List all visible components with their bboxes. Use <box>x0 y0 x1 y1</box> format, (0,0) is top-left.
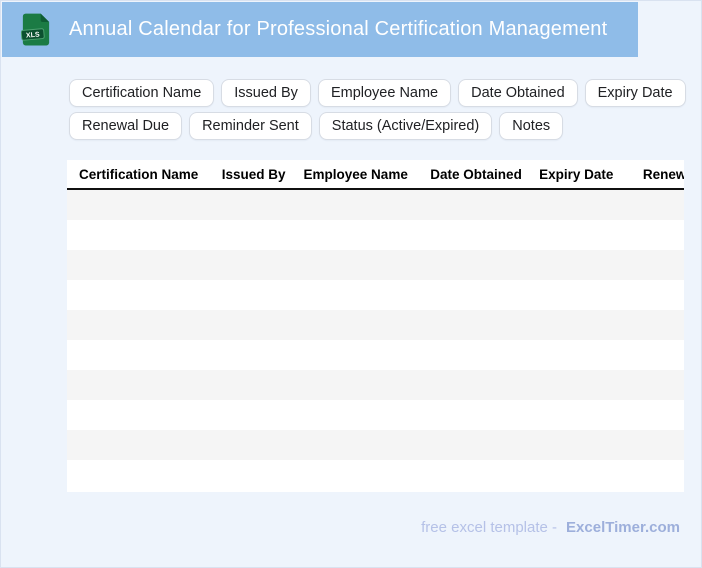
table-row[interactable] <box>67 280 684 310</box>
field-pill-row-1: Certification Name Issued By Employee Na… <box>69 79 686 107</box>
field-pill[interactable]: Employee Name <box>317 79 452 107</box>
column-header: Issued By <box>221 167 286 182</box>
field-pill[interactable]: Reminder Sent <box>189 112 312 140</box>
field-pill[interactable]: Notes <box>499 112 564 140</box>
field-pill[interactable]: Status (Active/Expired) <box>318 112 493 140</box>
certification-table: Certification Name Issued By Employee Na… <box>67 160 684 492</box>
footer-label: free excel template - <box>421 519 558 536</box>
table-row[interactable] <box>67 370 684 400</box>
footer: free excel template - ExcelTimer.com <box>421 519 680 536</box>
column-header: Expiry Date <box>539 167 614 182</box>
column-header: Employee Name <box>303 167 408 182</box>
column-header: Certification Name <box>79 167 199 182</box>
xls-file-icon: XLS <box>21 13 50 46</box>
xls-icon-label: XLS <box>26 31 41 39</box>
table-row[interactable] <box>67 250 684 280</box>
table-row[interactable] <box>67 340 684 370</box>
table-row[interactable] <box>67 190 684 220</box>
table-row[interactable] <box>67 460 684 490</box>
table-row[interactable] <box>67 310 684 340</box>
column-header: Date Obtained <box>430 167 522 182</box>
field-pill[interactable]: Issued By <box>221 79 311 107</box>
page-title: Annual Calendar for Professional Certifi… <box>69 18 608 40</box>
field-pill[interactable]: Date Obtained <box>458 79 578 107</box>
template-preview-card: XLS Annual Calendar for Professional Cer… <box>0 0 702 568</box>
column-header: Renewal <box>642 167 684 182</box>
table-row[interactable] <box>67 430 684 460</box>
table-row[interactable] <box>67 400 684 430</box>
field-pill[interactable]: Renewal Due <box>69 112 183 140</box>
field-pill-row-2: Renewal Due Reminder Sent Status (Active… <box>69 112 669 140</box>
table-row[interactable] <box>67 220 684 250</box>
table-body <box>67 190 684 490</box>
field-pill[interactable]: Certification Name <box>69 79 215 107</box>
table-header-row: Certification Name Issued By Employee Na… <box>67 160 684 190</box>
footer-brand-link[interactable]: ExcelTimer.com <box>566 519 680 536</box>
field-pill[interactable]: Expiry Date <box>584 79 686 107</box>
field-pill-list: Certification Name Issued By Employee Na… <box>69 79 686 145</box>
header-bar: XLS Annual Calendar for Professional Cer… <box>2 2 638 57</box>
